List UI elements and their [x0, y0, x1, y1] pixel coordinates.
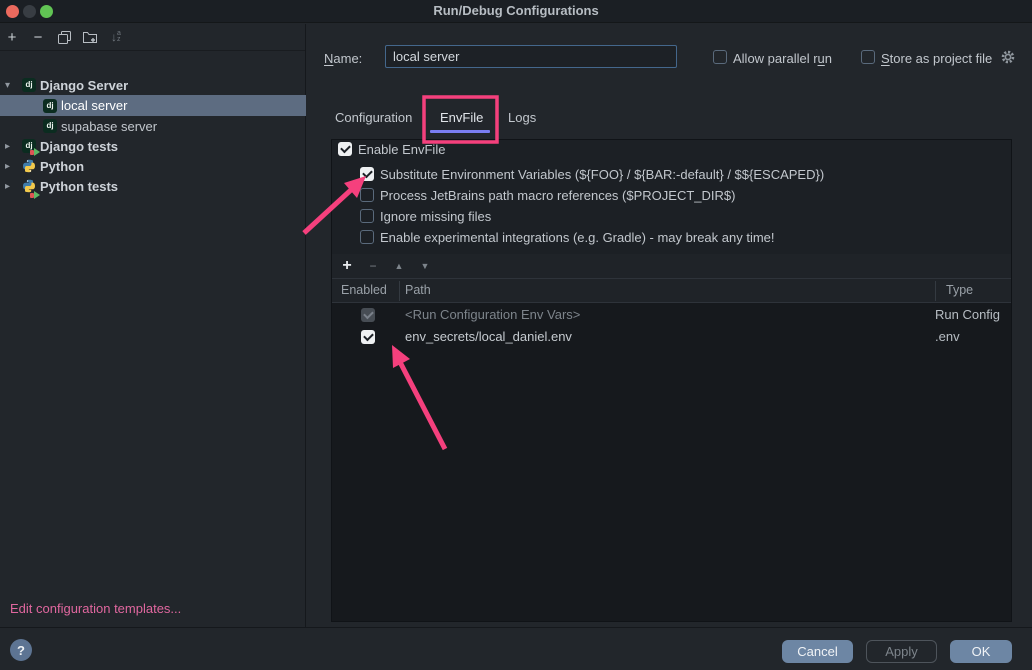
- column-header-enabled: Enabled: [341, 283, 387, 297]
- django-config-icon: dj: [22, 78, 36, 92]
- ignore-missing-files-checkbox[interactable]: [360, 209, 374, 223]
- enable-envfile-checkbox[interactable]: [338, 142, 352, 156]
- sidebar-item-python[interactable]: ▸ Python: [0, 156, 306, 176]
- env-files-toolbar: + − ▲ ▼: [332, 254, 1011, 279]
- active-tab-indicator: [430, 130, 490, 133]
- chevron-right-icon[interactable]: ▸: [5, 141, 17, 152]
- sidebar-item-django-server[interactable]: ▾ dj Django Server: [0, 75, 306, 95]
- apply-button[interactable]: Apply: [866, 640, 937, 663]
- configurations-sidebar: + − ↓az ▾ dj Django Server dj local serv…: [0, 24, 306, 627]
- sort-configurations-icon[interactable]: ↓az: [107, 28, 125, 46]
- django-config-icon: dj: [43, 99, 57, 113]
- move-up-icon[interactable]: ▲: [389, 256, 409, 276]
- copy-configuration-icon[interactable]: [55, 28, 73, 46]
- process-path-macro-checkbox[interactable]: [360, 188, 374, 202]
- help-button[interactable]: ?: [10, 639, 32, 661]
- chevron-right-icon[interactable]: ▸: [5, 161, 17, 172]
- allow-parallel-run-label: Allow parallel run: [733, 51, 832, 66]
- envfile-panel: Enable EnvFile Substitute Environment Va…: [331, 139, 1012, 622]
- titlebar: Run/Debug Configurations: [0, 0, 1032, 23]
- ok-button[interactable]: OK: [950, 640, 1012, 663]
- remove-env-file-icon[interactable]: −: [363, 256, 383, 276]
- column-divider[interactable]: [399, 281, 400, 301]
- sidebar-toolbar: + − ↓az: [0, 24, 305, 51]
- name-input[interactable]: [385, 45, 677, 68]
- column-header-path: Path: [405, 283, 431, 297]
- store-as-project-file-checkbox[interactable]: [861, 50, 875, 64]
- gear-icon[interactable]: [1000, 49, 1016, 68]
- django-tests-icon: dj: [22, 139, 36, 153]
- env-files-table-header: Enabled Path Type: [332, 279, 1011, 303]
- new-folder-icon[interactable]: [81, 28, 99, 46]
- django-config-icon: dj: [43, 119, 57, 133]
- edit-configuration-templates-link[interactable]: Edit configuration templates...: [10, 601, 181, 616]
- remove-configuration-icon[interactable]: −: [29, 28, 47, 46]
- add-configuration-icon[interactable]: +: [3, 28, 21, 46]
- python-icon: [22, 159, 36, 176]
- cancel-button[interactable]: Cancel: [782, 640, 853, 663]
- sidebar-item-supabase-server[interactable]: dj supabase server: [0, 116, 306, 136]
- sidebar-item-local-server[interactable]: dj local server: [0, 95, 306, 116]
- table-row[interactable]: <Run Configuration Env Vars> Run Config: [332, 304, 1011, 326]
- tab-configuration[interactable]: Configuration: [335, 110, 412, 125]
- allow-parallel-run-checkbox[interactable]: [713, 50, 727, 64]
- table-row[interactable]: env_secrets/local_daniel.env .env: [332, 326, 1011, 348]
- move-down-icon[interactable]: ▼: [415, 256, 435, 276]
- dialog-footer: ? Cancel Apply OK: [0, 627, 1032, 670]
- python-tests-icon: [22, 179, 36, 196]
- experimental-integrations-checkbox[interactable]: [360, 230, 374, 244]
- sidebar-item-python-tests[interactable]: ▸ Python tests: [0, 176, 306, 196]
- row-enabled-checkbox[interactable]: [361, 330, 375, 344]
- name-label: Name:: [324, 51, 362, 66]
- substitute-env-vars-checkbox[interactable]: [360, 167, 374, 181]
- chevron-down-icon[interactable]: ▾: [5, 80, 17, 91]
- tab-logs[interactable]: Logs: [508, 110, 536, 125]
- tab-envfile[interactable]: EnvFile: [440, 110, 483, 125]
- store-as-project-file-label: Store as project file: [881, 51, 992, 66]
- dialog-title: Run/Debug Configurations: [0, 3, 1032, 18]
- row-enabled-checkbox: [361, 308, 375, 322]
- add-env-file-icon[interactable]: +: [337, 256, 357, 276]
- run-debug-configurations-dialog: Run/Debug Configurations + − ↓az ▾ dj Dj…: [0, 0, 1032, 670]
- column-divider[interactable]: [935, 281, 936, 301]
- env-files-table: <Run Configuration Env Vars> Run Config …: [332, 303, 1011, 621]
- column-header-type: Type: [946, 283, 973, 297]
- chevron-right-icon[interactable]: ▸: [5, 181, 17, 192]
- sidebar-item-django-tests[interactable]: ▸ dj Django tests: [0, 136, 306, 156]
